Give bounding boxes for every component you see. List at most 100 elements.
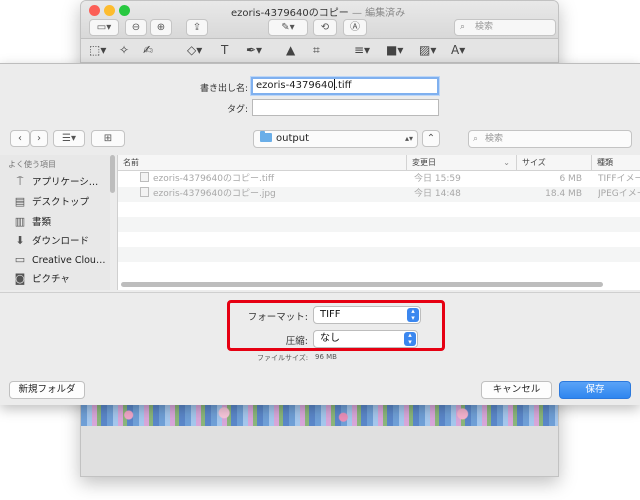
file-kind: TIFFイメージ [598, 174, 640, 184]
column-modified-label: 変更日 [412, 158, 436, 167]
file-size: 18.4 MB [545, 189, 582, 199]
dialog-search-field[interactable]: ⌕ 検索 [468, 130, 632, 148]
sign-icon[interactable]: ✒▾ [246, 43, 262, 57]
rotate-button[interactable]: ⟲ [313, 19, 337, 36]
sidebar-item-label: アプリケーシ… [32, 177, 99, 188]
column-name-label: 名前 [123, 158, 139, 167]
sidebar-item-desktop[interactable]: ▤ デスクトップ [13, 193, 89, 211]
expand-dialog-button[interactable]: ⌃ [422, 130, 440, 147]
forward-button[interactable]: › [30, 130, 48, 147]
file-name: ezoris-4379640のコピー.tiff [153, 174, 275, 184]
magic-wand-icon[interactable]: ✧ [119, 43, 129, 57]
chevron-left-icon: ‹ [18, 133, 22, 144]
tags-label: タグ: [226, 105, 248, 115]
location-value: output [276, 133, 309, 144]
folder-icon [260, 131, 272, 142]
sort-chevron-icon: ⌄ [503, 158, 510, 167]
zoom-in-button[interactable]: ⊕ [150, 19, 172, 36]
column-kind-label: 種類 [597, 158, 613, 167]
format-select[interactable]: TIFF ▴ ▾ [313, 306, 421, 324]
window-search-field[interactable]: ⌕ 検索 [454, 19, 556, 36]
column-header-size[interactable]: サイズ [517, 155, 592, 171]
column-header-kind[interactable]: 種類 [592, 155, 640, 171]
minimize-window-button[interactable] [104, 5, 115, 16]
apps-icon: ⍑ [16, 175, 24, 188]
dialog-search-placeholder: 検索 [485, 134, 504, 144]
window-titlebar: ezoris-4379640のコピー — 編集済み ▭▾ ⊖ ⊕ ⇪ ✎▾ ⟲ … [81, 1, 558, 39]
sidebar-scrollbar[interactable] [110, 155, 115, 193]
zoom-in-icon: ⊕ [156, 22, 166, 33]
sidebar-item-label: デスクトップ [32, 197, 90, 208]
markup-pen-button[interactable]: ✎▾ [268, 19, 308, 36]
markup-toolbar-button[interactable]: Ⓐ [343, 19, 367, 36]
export-as-name: ezoris-4379640 [256, 80, 334, 91]
close-window-button[interactable] [89, 5, 100, 16]
search-icon: ⌕ [460, 22, 466, 32]
compression-select[interactable]: なし ▴ ▾ [313, 330, 418, 348]
desktop-icon: ▤ [14, 195, 26, 208]
sidebar-item-downloads[interactable]: ⬇ ダウンロード [13, 232, 89, 250]
file-list-scrollbar[interactable] [121, 282, 603, 287]
sidebar-item-creative-cloud[interactable]: ▭ Creative Clou… [13, 251, 106, 269]
cancel-button[interactable]: キャンセル [481, 381, 552, 399]
empty-row [118, 217, 640, 232]
zoom-out-button[interactable]: ⊖ [125, 19, 147, 36]
font-style-icon[interactable]: A▾ [451, 43, 465, 57]
back-button[interactable]: ‹ [10, 130, 30, 147]
shapes-icon[interactable]: ◇▾ [187, 43, 202, 57]
file-icon [140, 187, 149, 197]
sidebar-item-label: ダウンロード [32, 236, 90, 247]
sidebar-item-applications[interactable]: ⍑ アプリケーシ… [13, 173, 99, 191]
column-header-name[interactable]: 名前 [118, 155, 407, 171]
rotate-icon: ⟲ [320, 22, 330, 33]
markup-toolbar: ⬚▾ ✧ ✍ ◇▾ T ✒▾ ▲ ⌗ ≡▾ ■▾ ▨▾ A▾ [81, 39, 558, 63]
updown-arrows-icon: ▴▾ [407, 308, 419, 322]
add-folder-icon: ⊞ [103, 133, 113, 144]
fill-color-icon[interactable]: ▨▾ [419, 43, 436, 57]
rect-select-icon[interactable]: ⬚▾ [89, 43, 106, 57]
export-options: フォーマット: TIFF ▴ ▾ 圧縮: なし ▴ ▾ ファイルサイズ: 96 MB [0, 292, 640, 372]
file-name: ezoris-4379640のコピー.jpg [153, 189, 276, 199]
file-row[interactable]: ezoris-4379640のコピー.tiff 今日 15:59 6 MB TI… [118, 172, 640, 187]
updown-arrows-icon: ▴▾ [404, 332, 416, 346]
sidebar-item-pictures[interactable]: ◙ ピクチャ [13, 270, 70, 288]
text-icon[interactable]: T [221, 43, 228, 57]
file-modified: 今日 14:48 [414, 189, 461, 199]
new-folder-icon-button[interactable]: ⊞ [91, 130, 125, 147]
new-folder-button[interactable]: 新規フォルダ [9, 381, 85, 399]
line-style-icon[interactable]: ≡▾ [354, 43, 370, 57]
border-color-icon[interactable]: ■▾ [386, 43, 403, 57]
file-size: 6 MB [559, 174, 582, 184]
window-search-placeholder: 検索 [475, 22, 494, 32]
window-title-text: ezoris-4379640のコピー [231, 8, 349, 19]
column-header-modified[interactable]: 変更日 ⌄ [407, 155, 517, 171]
zoom-window-button[interactable] [119, 5, 130, 16]
window-canvas-bottom [81, 426, 558, 476]
download-icon: ⬇ [15, 234, 25, 247]
share-button[interactable]: ⇪ [186, 19, 208, 36]
window-title: ezoris-4379640のコピー — 編集済み [231, 4, 405, 19]
format-label: フォーマット: [247, 312, 308, 323]
tags-field[interactable] [252, 99, 439, 116]
chevron-up-icon: ⌃ [426, 133, 436, 144]
adjust-color-icon[interactable]: ▲ [286, 43, 295, 57]
file-modified: 今日 15:59 [414, 174, 461, 184]
list-view-icon: ☰▾ [62, 133, 76, 144]
sidebar-toggle-button[interactable]: ▭▾ [89, 19, 119, 36]
export-as-field[interactable]: ezoris-4379640.tiff [251, 77, 439, 95]
view-mode-button[interactable]: ☰▾ [53, 130, 85, 147]
file-row[interactable]: ezoris-4379640のコピー.jpg 今日 14:48 18.4 MB … [118, 187, 640, 202]
sidebar-item-label: ピクチャ [32, 274, 70, 285]
crop-icon[interactable]: ⌗ [313, 43, 320, 58]
sidebar-section-title: よく使う項目 [8, 160, 56, 169]
sketch-icon[interactable]: ✍ [143, 43, 153, 57]
sidebar-item-documents[interactable]: ▥ 書類 [13, 213, 51, 231]
updown-arrows-icon: ▴▾ [404, 134, 413, 143]
export-dialog: 書き出し名: ezoris-4379640.tiff タグ: ‹ › ☰▾ ⊞ … [0, 63, 640, 405]
save-button[interactable]: 保存 [559, 381, 631, 399]
export-as-label: 書き出し名: [199, 84, 248, 94]
sidebar-icon: ▭▾ [96, 22, 112, 33]
location-popup[interactable]: output ▴▾ [253, 130, 418, 148]
empty-row [118, 262, 640, 277]
empty-row [118, 232, 640, 247]
